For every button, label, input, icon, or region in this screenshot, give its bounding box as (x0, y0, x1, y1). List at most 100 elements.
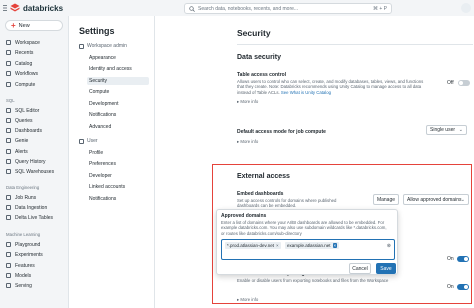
workflows-icon (6, 71, 11, 76)
brand-name: databricks (23, 3, 64, 13)
databricks-logo[interactable]: databricks (10, 3, 63, 13)
sidebar-item-label: Recents (15, 49, 34, 56)
settings-group-user: User (79, 138, 98, 144)
table-access-toggle-label: Off (447, 80, 454, 86)
settings-item-linked-accounts[interactable]: Linked accounts (87, 183, 149, 191)
new-button[interactable]: + New (5, 20, 63, 31)
settings-item-security[interactable]: Security (87, 77, 149, 85)
popover-desc: Enter a list of domains where your AI/BI… (221, 220, 397, 236)
avatar[interactable] (461, 3, 471, 13)
search-icon (189, 5, 195, 12)
more-info-label: More info (240, 139, 259, 144)
more-info-toggle[interactable]: ▸ More info (237, 139, 258, 145)
sidebar-item-serving[interactable]: Serving (6, 281, 32, 290)
table-access-control-desc: Allows users to control who can select, … (237, 79, 437, 95)
sidebar-item-genie[interactable]: Genie (6, 136, 28, 145)
genie-icon (6, 138, 11, 143)
sidebar-item-playground[interactable]: Playground (6, 240, 40, 249)
sidebar-item-query-history[interactable]: Query History (6, 157, 46, 166)
domain-tag-label: example.atlassian.net (287, 243, 331, 248)
sidebar-section-sql: SQL (6, 98, 15, 103)
domain-tag-label: *.prod.atlassian-dev.net (227, 243, 274, 248)
databricks-logo-icon (10, 3, 20, 12)
settings-panel: Settings Workspace admin Appearance Iden… (68, 16, 154, 308)
sidebar-item-recents[interactable]: Recents (6, 48, 33, 57)
settings-title: Settings (79, 26, 115, 36)
more-info-toggle[interactable]: ▸ More info (237, 99, 258, 105)
cloud-icon (6, 82, 11, 87)
cancel-button[interactable]: Cancel (349, 263, 371, 274)
sidebar-item-workflows[interactable]: Workflows (6, 69, 38, 78)
settings-group-label: Workspace admin (87, 43, 127, 49)
toggle-knob (459, 81, 463, 85)
pipeline-icon (6, 215, 11, 220)
domain-tag[interactable]: example.atlassian.net × (285, 242, 340, 249)
features-icon (6, 263, 11, 268)
domain-tag[interactable]: *.prod.atlassian-dev.net × (225, 242, 281, 249)
models-icon (6, 273, 11, 278)
search-shortcut: ⌘ + P (372, 5, 387, 12)
sidebar-item-sql-editor[interactable]: SQL Editor (6, 106, 39, 115)
sidebar-item-experiments[interactable]: Experiments (6, 250, 43, 259)
plus-icon: + (11, 20, 16, 30)
save-button[interactable]: Save (376, 263, 396, 274)
top-bar: databricks Search data, notebooks, recen… (0, 0, 474, 16)
sidebar-item-label: SQL Editor (15, 107, 40, 114)
settings-item-notifications[interactable]: Notifications (87, 111, 149, 119)
settings-item-user-notifications[interactable]: Notifications (87, 195, 149, 203)
table-access-toggle[interactable] (458, 80, 470, 86)
sidebar-item-queries[interactable]: Queries (6, 116, 33, 125)
new-button-label: New (18, 22, 30, 29)
popover-title: Approved domains (221, 213, 267, 219)
sidebar-item-features[interactable]: Features (6, 261, 35, 270)
settings-item-development[interactable]: Development (87, 100, 149, 108)
editor-icon (6, 108, 11, 113)
unity-catalog-link[interactable]: See What is Unity Catalog (281, 90, 331, 95)
sidebar-item-label: Dashboards (15, 127, 42, 134)
sidebar-item-sql-warehouses[interactable]: SQL Warehouses (6, 167, 54, 176)
sidebar-section-data-engineering: Data Engineering (6, 185, 40, 190)
admin-icon (79, 43, 84, 49)
remove-tag-icon[interactable]: × (276, 243, 279, 248)
sidebar-item-label: Delta Live Tables (15, 214, 53, 221)
menu-icon[interactable] (3, 5, 7, 11)
sidebar-item-compute[interactable]: Compute (6, 80, 35, 89)
settings-item-preferences[interactable]: Preferences (87, 160, 149, 168)
clear-icon[interactable]: ⊗ (387, 243, 391, 249)
sidebar-item-models[interactable]: Models (6, 271, 31, 280)
sidebar-item-data-ingestion[interactable]: Data Ingestion (6, 203, 47, 212)
sidebar-item-dashboards[interactable]: Dashboards (6, 126, 42, 135)
sidebar-item-label: Catalog (15, 60, 33, 67)
sidebar-item-label: Models (15, 272, 32, 279)
settings-group-label: User (87, 138, 98, 144)
settings-item-identity-and-access[interactable]: Identity and access (87, 65, 149, 73)
access-mode-label: Default access mode for job compute (237, 129, 326, 135)
domains-tag-input[interactable]: *.prod.atlassian-dev.net × example.atlass… (221, 239, 395, 260)
settings-item-advanced[interactable]: Advanced (87, 123, 149, 131)
sidebar-item-label: Workspace (15, 39, 40, 46)
sidebar-item-label: Workflows (15, 70, 38, 77)
catalog-icon (6, 61, 11, 66)
flask-icon (6, 252, 11, 257)
settings-item-profile[interactable]: Profile (87, 149, 149, 157)
sidebar-item-alerts[interactable]: Alerts (6, 147, 28, 156)
sidebar-item-workspace[interactable]: Workspace (6, 38, 40, 47)
bell-icon (6, 149, 11, 154)
sidebar-item-label: Compute (15, 81, 36, 88)
settings-item-appearance[interactable]: Appearance (87, 54, 149, 62)
folder-icon (6, 40, 11, 45)
sidebar-item-job-runs[interactable]: Job Runs (6, 193, 36, 202)
job-runs-icon (6, 195, 11, 200)
dashboard-icon (6, 128, 11, 133)
settings-item-compute[interactable]: Compute (87, 88, 149, 96)
access-mode-select[interactable]: Single user ⌄ (426, 125, 467, 135)
search-input[interactable]: Search data, notebooks, recents, and mor… (184, 3, 392, 14)
sidebar-item-label: Alerts (15, 148, 28, 155)
sidebar-item-catalog[interactable]: Catalog (6, 59, 32, 68)
sidebar-item-label: Job Runs (15, 194, 37, 201)
page-title: Security (237, 28, 271, 38)
more-info-label: More info (240, 99, 259, 104)
sidebar-item-delta-live-tables[interactable]: Delta Live Tables (6, 213, 53, 222)
remove-tag-icon[interactable]: × (332, 243, 338, 248)
settings-item-developer[interactable]: Developer (87, 172, 149, 180)
